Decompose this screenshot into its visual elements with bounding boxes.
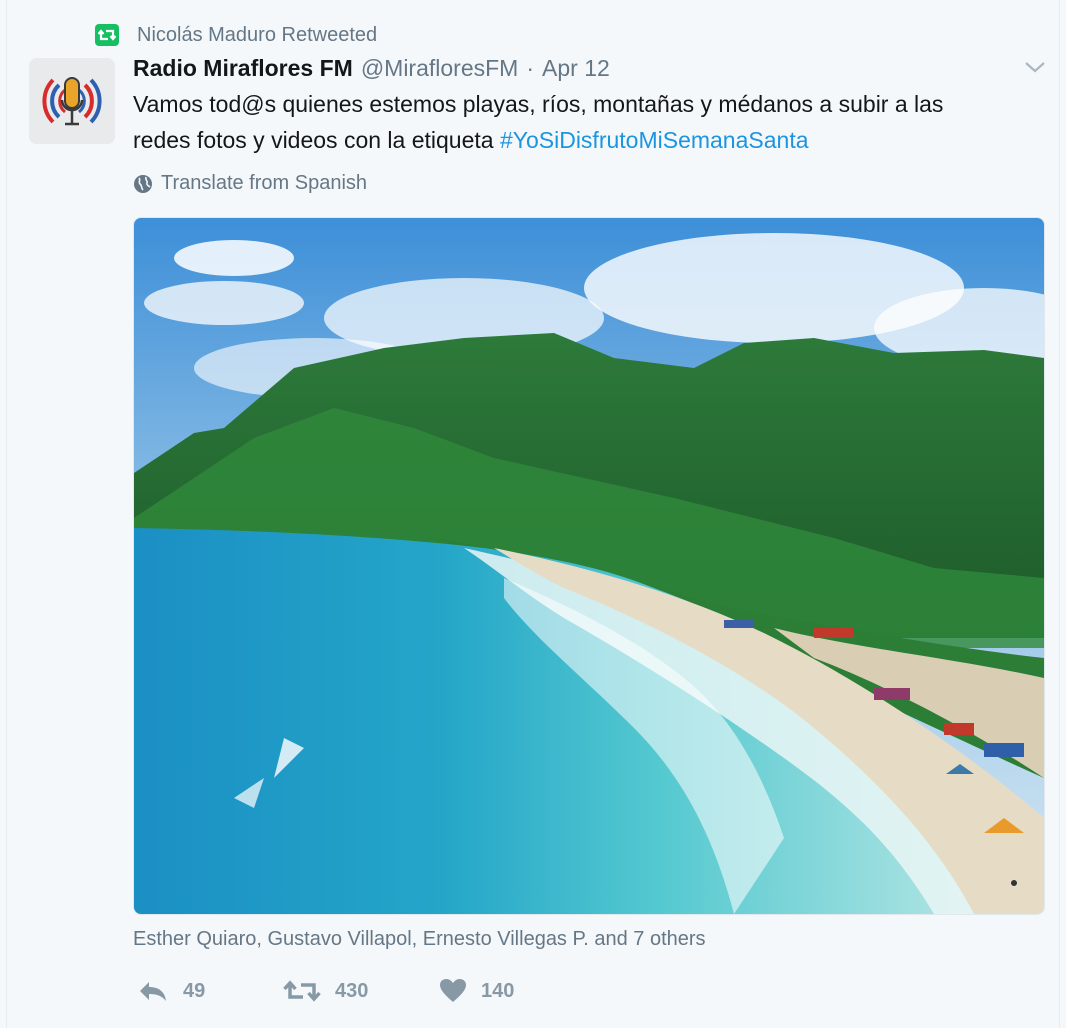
like-count: 140: [481, 979, 515, 1002]
tweet-text-line2-prefix: redes fotos y videos con la etiqueta: [133, 127, 500, 153]
hashtag-link[interactable]: #YoSiDisfrutoMiSemanaSanta: [500, 127, 809, 153]
retweet-icon: [95, 24, 119, 46]
retweet-button[interactable]: 430: [283, 979, 439, 1003]
tweet-media-photo[interactable]: [133, 217, 1045, 915]
tweet-text-line1: Vamos tod@s quienes estemos playas, ríos…: [133, 91, 944, 117]
retweet-icon: [283, 980, 321, 1002]
tweet-text: Vamos tod@s quienes estemos playas, ríos…: [133, 86, 1043, 158]
tagged-users[interactable]: Esther Quiaro, Gustavo Villapol, Ernesto…: [133, 928, 706, 951]
avatar[interactable]: [29, 58, 115, 144]
translate-label: Translate from Spanish: [161, 172, 368, 194]
tweet-text-line2: redes fotos y videos con la etiqueta #Yo…: [133, 122, 1043, 158]
separator: ·: [526, 55, 535, 81]
author-handle[interactable]: @MirafloresFM: [361, 55, 519, 82]
chevron-down-icon[interactable]: [1023, 58, 1047, 76]
globe-icon: [134, 174, 152, 193]
reply-button[interactable]: 49: [137, 979, 283, 1003]
radio-logo-icon: [29, 58, 115, 144]
translate-link[interactable]: Translate from Spanish: [133, 172, 367, 195]
tweet-actions: 49 430 140: [137, 974, 514, 1008]
reply-icon: [140, 982, 166, 1001]
retweet-context[interactable]: Nicolás Maduro Retweeted: [95, 22, 377, 48]
retweet-count: 430: [335, 979, 369, 1002]
like-button[interactable]: 140: [439, 978, 514, 1004]
reply-count: 49: [183, 979, 206, 1002]
tweet-header: Radio Miraflores FM @MirafloresFM · Apr …: [133, 55, 610, 85]
retweet-label: Nicolás Maduro Retweeted: [137, 23, 378, 46]
tweet-date[interactable]: Apr 12: [542, 55, 610, 82]
beach-photo: [134, 218, 1044, 914]
tweet-card[interactable]: Nicolás Maduro Retweeted Radio Miraflore…: [6, 0, 1060, 1028]
heart-icon: [440, 979, 466, 1002]
author-name[interactable]: Radio Miraflores FM: [133, 55, 353, 82]
